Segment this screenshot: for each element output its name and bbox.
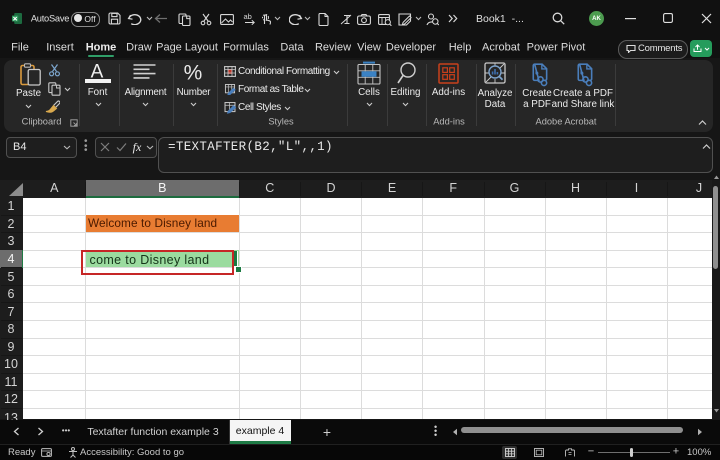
svg-text:ab: ab <box>244 13 252 21</box>
